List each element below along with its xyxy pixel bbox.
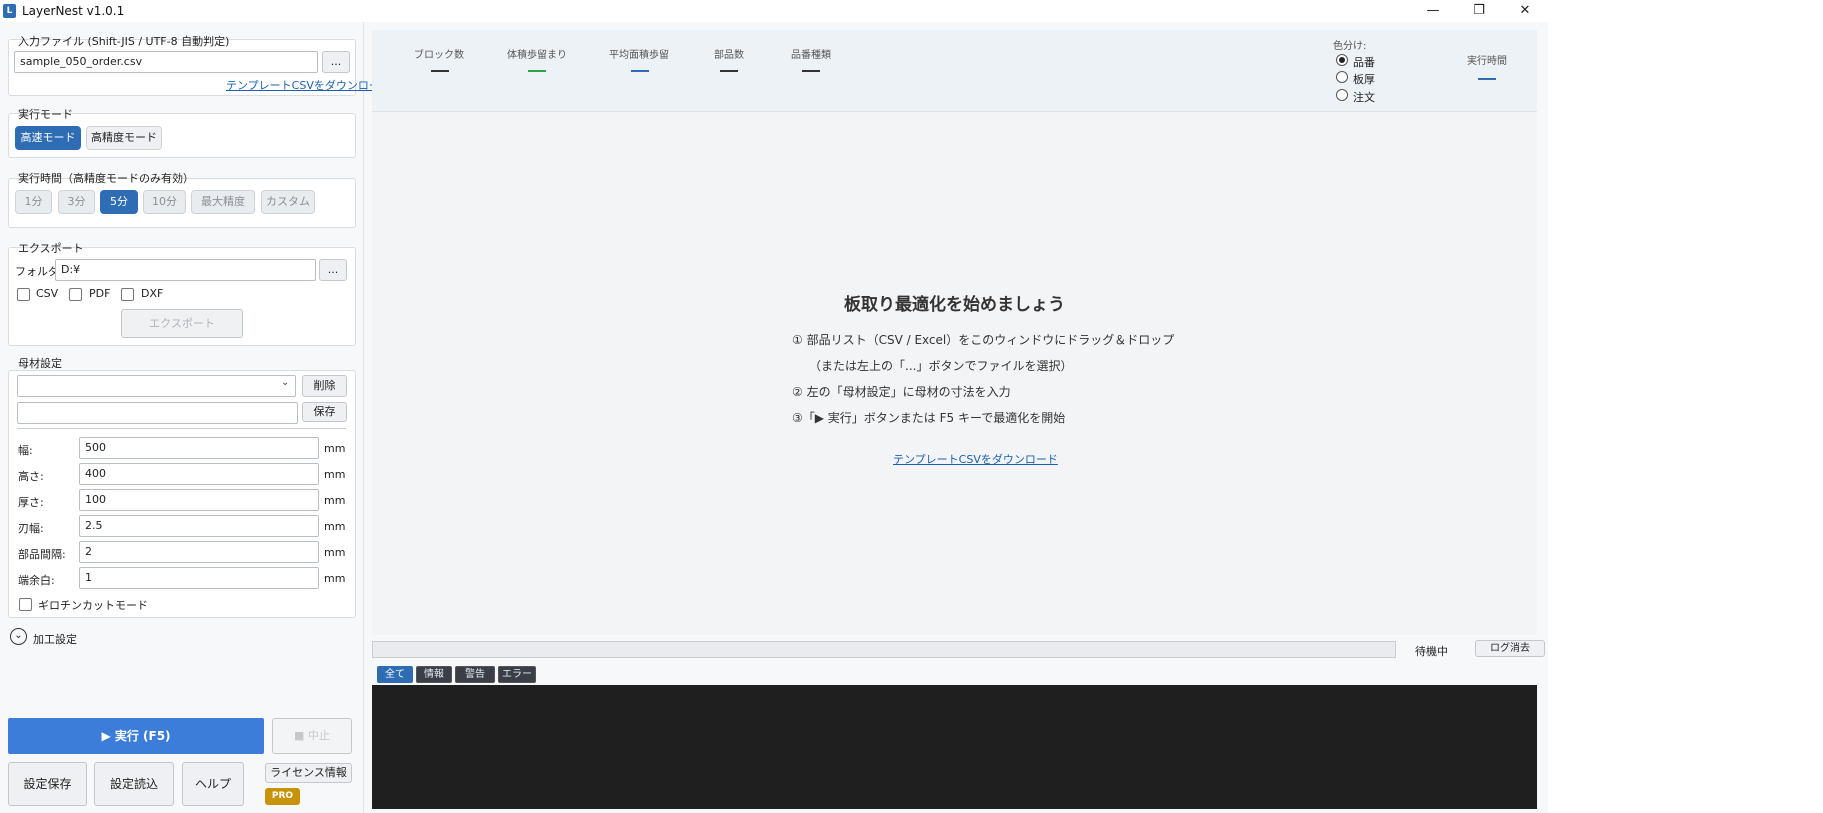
clear-log-button[interactable]: ログ消去 bbox=[1475, 640, 1545, 657]
stat-blocks-value bbox=[431, 70, 449, 72]
status-text: 待機中 bbox=[1415, 645, 1448, 658]
part-spacing-label: 部品間隔: bbox=[18, 548, 66, 561]
width-label: 幅: bbox=[18, 444, 33, 457]
guillotine-checkbox[interactable] bbox=[19, 598, 32, 611]
edge-margin-label: 端余白: bbox=[18, 574, 55, 587]
welcome-template-link[interactable]: テンプレートCSVをダウンロード bbox=[893, 451, 1058, 467]
edge-margin-field[interactable]: 1 bbox=[79, 567, 319, 589]
welcome-step-2: ② 左の「母材設定」に母材の寸法を入力 bbox=[792, 385, 1011, 399]
thickness-field[interactable]: 100 bbox=[79, 489, 319, 511]
pro-badge: PRO bbox=[265, 788, 300, 805]
window-title: LayerNest v1.0.1 bbox=[22, 4, 125, 18]
dxf-label: DXF bbox=[141, 287, 164, 300]
log-filter-all[interactable]: 全て bbox=[377, 666, 413, 683]
input-file-field[interactable]: sample_050_order.csv bbox=[14, 51, 318, 73]
height-unit: mm bbox=[324, 468, 346, 481]
blade-width-field[interactable]: 2.5 bbox=[79, 515, 319, 537]
blade-width-unit: mm bbox=[324, 520, 346, 533]
app-icon: L bbox=[3, 4, 16, 18]
export-button[interactable]: エクスポート bbox=[121, 309, 243, 338]
license-button[interactable]: ライセンス情報 bbox=[265, 763, 352, 783]
welcome-step-1: ① 部品リスト（CSV / Excel）をこのウィンドウにドラッグ＆ドロップ bbox=[792, 333, 1175, 347]
time-option-custom[interactable]: カスタム bbox=[261, 190, 315, 214]
template-download-link[interactable]: テンプレートCSVをダウンロード bbox=[226, 77, 391, 93]
height-field[interactable]: 400 bbox=[79, 463, 319, 485]
exec-time-stat-label: 実行時間 bbox=[1467, 56, 1507, 67]
input-file-browse-button[interactable]: ... bbox=[322, 51, 350, 73]
chevron-down-icon: ⌄ bbox=[281, 377, 290, 388]
log-console[interactable] bbox=[372, 685, 1537, 809]
input-file-label: 入力ファイル (Shift-JIS / UTF-8 自動判定) bbox=[18, 35, 230, 48]
width-field[interactable]: 500 bbox=[79, 437, 319, 459]
divider bbox=[17, 428, 346, 429]
precision-mode-button[interactable]: 高精度モード bbox=[86, 126, 162, 150]
stat-part-types-value bbox=[802, 70, 820, 72]
stat-volume-yield-value bbox=[528, 70, 546, 72]
stat-part-types-label: 品番種類 bbox=[791, 50, 831, 61]
log-filter-error[interactable]: エラー bbox=[498, 666, 536, 683]
close-button[interactable]: ✕ bbox=[1502, 0, 1548, 22]
stat-area-yield-label: 平均面積歩留 bbox=[609, 50, 669, 61]
run-button[interactable]: ▶ 実行 (F5) bbox=[8, 718, 264, 754]
pdf-label: PDF bbox=[89, 287, 111, 300]
material-delete-button[interactable]: 削除 bbox=[302, 375, 347, 397]
thickness-label: 厚さ: bbox=[18, 496, 44, 509]
thickness-unit: mm bbox=[324, 494, 346, 507]
csv-label: CSV bbox=[36, 287, 59, 300]
welcome-step-3: ③「▶ 実行」ボタンまたは F5 キーで最適化を開始 bbox=[792, 411, 1066, 425]
expand-chevron-icon[interactable]: ⌄ bbox=[10, 628, 27, 645]
log-filter-info[interactable]: 情報 bbox=[416, 666, 452, 683]
material-label: 母材設定 bbox=[18, 357, 62, 370]
color-by-order-label: 注文 bbox=[1353, 91, 1375, 104]
export-label: エクスポート bbox=[18, 242, 84, 255]
width-unit: mm bbox=[324, 442, 346, 455]
material-select[interactable] bbox=[17, 375, 296, 397]
color-by-order-radio[interactable] bbox=[1336, 89, 1348, 101]
processing-label[interactable]: 加工設定 bbox=[33, 631, 77, 647]
time-option-3min[interactable]: 3分 bbox=[58, 190, 95, 214]
load-settings-button[interactable]: 設定読込 bbox=[94, 762, 174, 806]
save-settings-button[interactable]: 設定保存 bbox=[8, 762, 87, 806]
time-option-max[interactable]: 最大精度 bbox=[191, 190, 255, 214]
stat-parts-value bbox=[720, 70, 738, 72]
stat-blocks-label: ブロック数 bbox=[414, 50, 464, 61]
dxf-checkbox[interactable] bbox=[121, 288, 134, 301]
welcome-title: 板取り最適化を始めましょう bbox=[844, 295, 1065, 315]
color-by-label: 色分け: bbox=[1333, 41, 1367, 52]
log-filter-warning[interactable]: 警告 bbox=[455, 666, 495, 683]
material-name-field[interactable] bbox=[17, 402, 298, 424]
stat-area-yield-value bbox=[631, 70, 649, 72]
color-by-part-radio[interactable] bbox=[1336, 54, 1348, 66]
progress-bar bbox=[372, 641, 1396, 658]
pdf-checkbox[interactable] bbox=[69, 288, 82, 301]
time-option-5min[interactable]: 5分 bbox=[100, 190, 138, 214]
exec-time-stat-value bbox=[1478, 78, 1496, 80]
edge-margin-unit: mm bbox=[324, 572, 346, 585]
exec-time-label: 実行時間（高精度モードのみ有効） bbox=[18, 172, 194, 185]
time-option-10min[interactable]: 10分 bbox=[143, 190, 186, 214]
minimize-button[interactable]: — bbox=[1410, 0, 1456, 22]
welcome-step-1-note: （または左上の「...」ボタンでファイルを選択） bbox=[809, 359, 1073, 373]
blade-width-label: 刃幅: bbox=[18, 522, 44, 535]
exec-mode-label: 実行モード bbox=[18, 108, 73, 121]
maximize-button[interactable]: ❐ bbox=[1456, 0, 1502, 22]
part-spacing-field[interactable]: 2 bbox=[79, 541, 319, 563]
color-by-thickness-label: 板厚 bbox=[1353, 73, 1375, 86]
csv-checkbox[interactable] bbox=[17, 288, 30, 301]
time-option-1min[interactable]: 1分 bbox=[15, 190, 52, 214]
stop-button[interactable]: ■ 中止 bbox=[272, 718, 352, 754]
color-by-part-label: 品番 bbox=[1353, 56, 1375, 69]
folder-field[interactable]: D:¥ bbox=[55, 259, 316, 281]
part-spacing-unit: mm bbox=[324, 546, 346, 559]
fast-mode-button[interactable]: 高速モード bbox=[15, 126, 81, 150]
height-label: 高さ: bbox=[18, 470, 44, 483]
help-button[interactable]: ヘルプ bbox=[182, 762, 244, 806]
guillotine-label: ギロチンカットモード bbox=[38, 599, 148, 612]
folder-browse-button[interactable]: ... bbox=[319, 259, 347, 281]
stat-volume-yield-label: 体積歩留まり bbox=[507, 50, 567, 61]
color-by-thickness-radio[interactable] bbox=[1336, 71, 1348, 83]
material-save-button[interactable]: 保存 bbox=[302, 402, 347, 422]
desktop-background bbox=[1548, 0, 1823, 813]
title-bar: L LayerNest v1.0.1 — ❐ ✕ bbox=[0, 0, 1548, 22]
